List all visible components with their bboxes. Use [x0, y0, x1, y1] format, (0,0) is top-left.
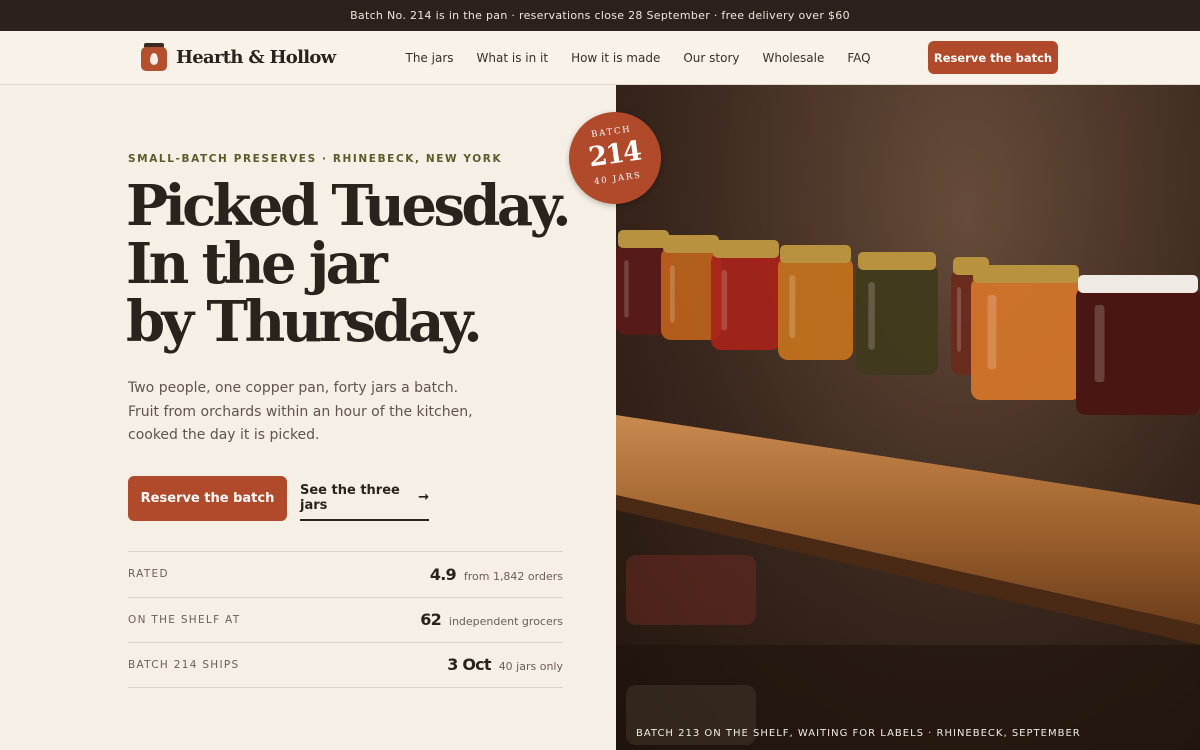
preserve-jar [856, 264, 938, 375]
stat-value: 4.9 [429, 564, 457, 584]
nav-link-wholesale[interactable]: Wholesale [763, 51, 825, 65]
announcement-bar: Batch No. 214 is in the pan · reservatio… [0, 0, 1200, 31]
jar-lid [663, 235, 719, 253]
reserve-batch-button[interactable]: Reserve the batch [128, 476, 287, 521]
nav-link-what-is-in-it[interactable]: What is in it [477, 51, 549, 65]
stat-row: RATED 4.9 from 1,842 orders [128, 551, 563, 597]
stat-value: 3 Oct [447, 655, 491, 675]
hero-eyebrow: SMALL-BATCH PRESERVES · RHINEBECK, NEW Y… [128, 153, 503, 165]
hero-photo: BATCH 213 ON THE SHELF, WAITING FOR LABE… [616, 85, 1200, 750]
headline-line-3: by Thursday. [126, 289, 483, 355]
stat-label: BATCH 214 SHIPS [128, 658, 240, 671]
main-nav: The jars What is in it How it is made Ou… [394, 31, 882, 85]
see-three-jars-label: See the three jars [300, 482, 400, 513]
nav-link-faq[interactable]: FAQ [847, 51, 870, 65]
hero-content: SMALL-BATCH PRESERVES · RHINEBECK, NEW Y… [0, 85, 616, 750]
nav-link-the-jars[interactable]: The jars [406, 51, 454, 65]
stat-value: 62 [420, 610, 441, 630]
headline-line-1: Picked Tuesday. [126, 173, 572, 239]
jar-lid [973, 265, 1079, 283]
jar-lid [780, 245, 851, 263]
stat-row: BATCH 214 SHIPS 3 Oct 40 jars only [128, 642, 563, 688]
hero-lede: Two people, one copper pan, forty jars a… [128, 380, 473, 443]
jar-lid [1078, 275, 1198, 293]
jar-lid [618, 230, 669, 248]
stat-label: RATED [128, 568, 169, 581]
stats-list: RATED 4.9 from 1,842 orders ON THE SHELF… [128, 551, 563, 688]
jar-logo-icon [141, 43, 167, 71]
headline-line-2: In the jar [126, 231, 388, 297]
brand-logo[interactable]: Hearth & Hollow [141, 43, 336, 71]
see-three-jars-link[interactable]: See the three jars → [300, 476, 429, 521]
announcement-text: Batch No. 214 is in the pan · reservatio… [350, 9, 850, 22]
jar-lid [858, 252, 936, 270]
jars-on-shelf-image [616, 85, 1200, 750]
nav-link-how-it-is-made[interactable]: How it is made [571, 51, 660, 65]
preserve-jar [1076, 287, 1200, 415]
reserve-batch-nav-button[interactable]: Reserve the batch [928, 41, 1058, 74]
stat-note: 40 jars only [498, 660, 563, 674]
photo-caption: BATCH 213 ON THE SHELF, WAITING FOR LABE… [636, 728, 1081, 739]
stat-label: ON THE SHELF AT [128, 613, 241, 626]
stat-note: from 1,842 orders [463, 569, 563, 583]
arrow-right-icon: → [418, 490, 429, 505]
stat-row: ON THE SHELF AT 62 independent grocers [128, 596, 563, 643]
jar-lid [713, 240, 779, 258]
site-header: Hearth & Hollow The jars What is in it H… [0, 31, 1200, 85]
hero-headline: Picked Tuesday. In the jar by Thursday. [126, 177, 596, 351]
brand-name: Hearth & Hollow [176, 46, 336, 68]
nav-link-our-story[interactable]: Our story [683, 51, 739, 65]
stat-note: independent grocers [448, 615, 563, 629]
